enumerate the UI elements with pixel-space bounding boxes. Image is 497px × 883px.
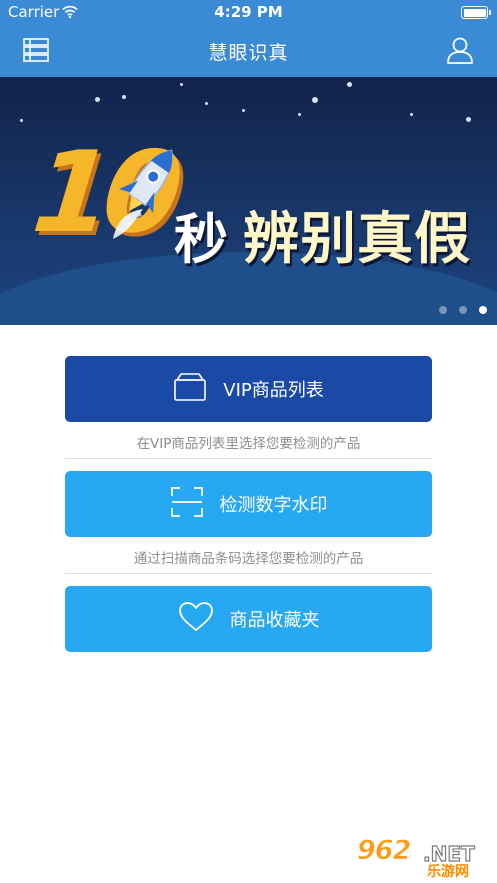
detect-watermark-label: 检测数字水印 (219, 495, 328, 516)
favorites-label: 商品收藏夹 (229, 610, 320, 631)
divider (65, 458, 432, 459)
user-profile-icon[interactable] (445, 35, 475, 65)
box-icon (173, 372, 207, 407)
star (466, 117, 471, 122)
detect-watermark-hint: 通过扫描商品条码选择您要检测的产品 (133, 551, 364, 567)
carousel-indicator (427, 299, 487, 318)
scan-frame-icon (170, 486, 204, 523)
rocket-icon (103, 139, 179, 253)
star (312, 97, 318, 103)
vip-product-list-hint: 在VIP商品列表里选择您要检测的产品 (136, 436, 361, 452)
battery-icon (461, 6, 491, 19)
status-bar: Carrier 4:29 PM (0, 0, 497, 24)
vip-product-list-button[interactable]: VIP商品列表 (65, 356, 432, 422)
heart-icon (178, 601, 214, 638)
divider (65, 573, 432, 574)
carousel-dot-active[interactable] (479, 306, 487, 314)
vip-product-list-label: VIP商品列表 (223, 380, 324, 401)
star (180, 83, 183, 86)
navigation-bar: 慧眼识真 (0, 24, 497, 77)
carousel-dot[interactable] (459, 306, 467, 314)
favorites-button[interactable]: 商品收藏夹 (65, 586, 432, 652)
watermark-name: 乐游网 (427, 864, 469, 880)
site-watermark-logo: 962 .NET 乐游网 (357, 835, 489, 880)
page-title: 慧眼识真 (208, 42, 289, 64)
slogan-seconds: 秒 (174, 208, 229, 271)
star (205, 102, 208, 105)
carousel-dot[interactable] (439, 306, 447, 314)
star (242, 109, 245, 112)
star (20, 119, 23, 122)
watermark-number: 962 (357, 835, 412, 867)
star (347, 82, 352, 87)
clock: 4:29 PM (214, 3, 283, 21)
promo-banner[interactable]: 10 秒辨别真假 (0, 77, 497, 325)
star (410, 113, 413, 116)
slogan-identify: 辨别真假 (243, 207, 471, 272)
star (298, 113, 301, 116)
banner-slogan: 秒辨别真假 (174, 209, 471, 271)
star (95, 97, 100, 102)
star (122, 95, 126, 99)
detect-watermark-button[interactable]: 检测数字水印 (65, 471, 432, 537)
